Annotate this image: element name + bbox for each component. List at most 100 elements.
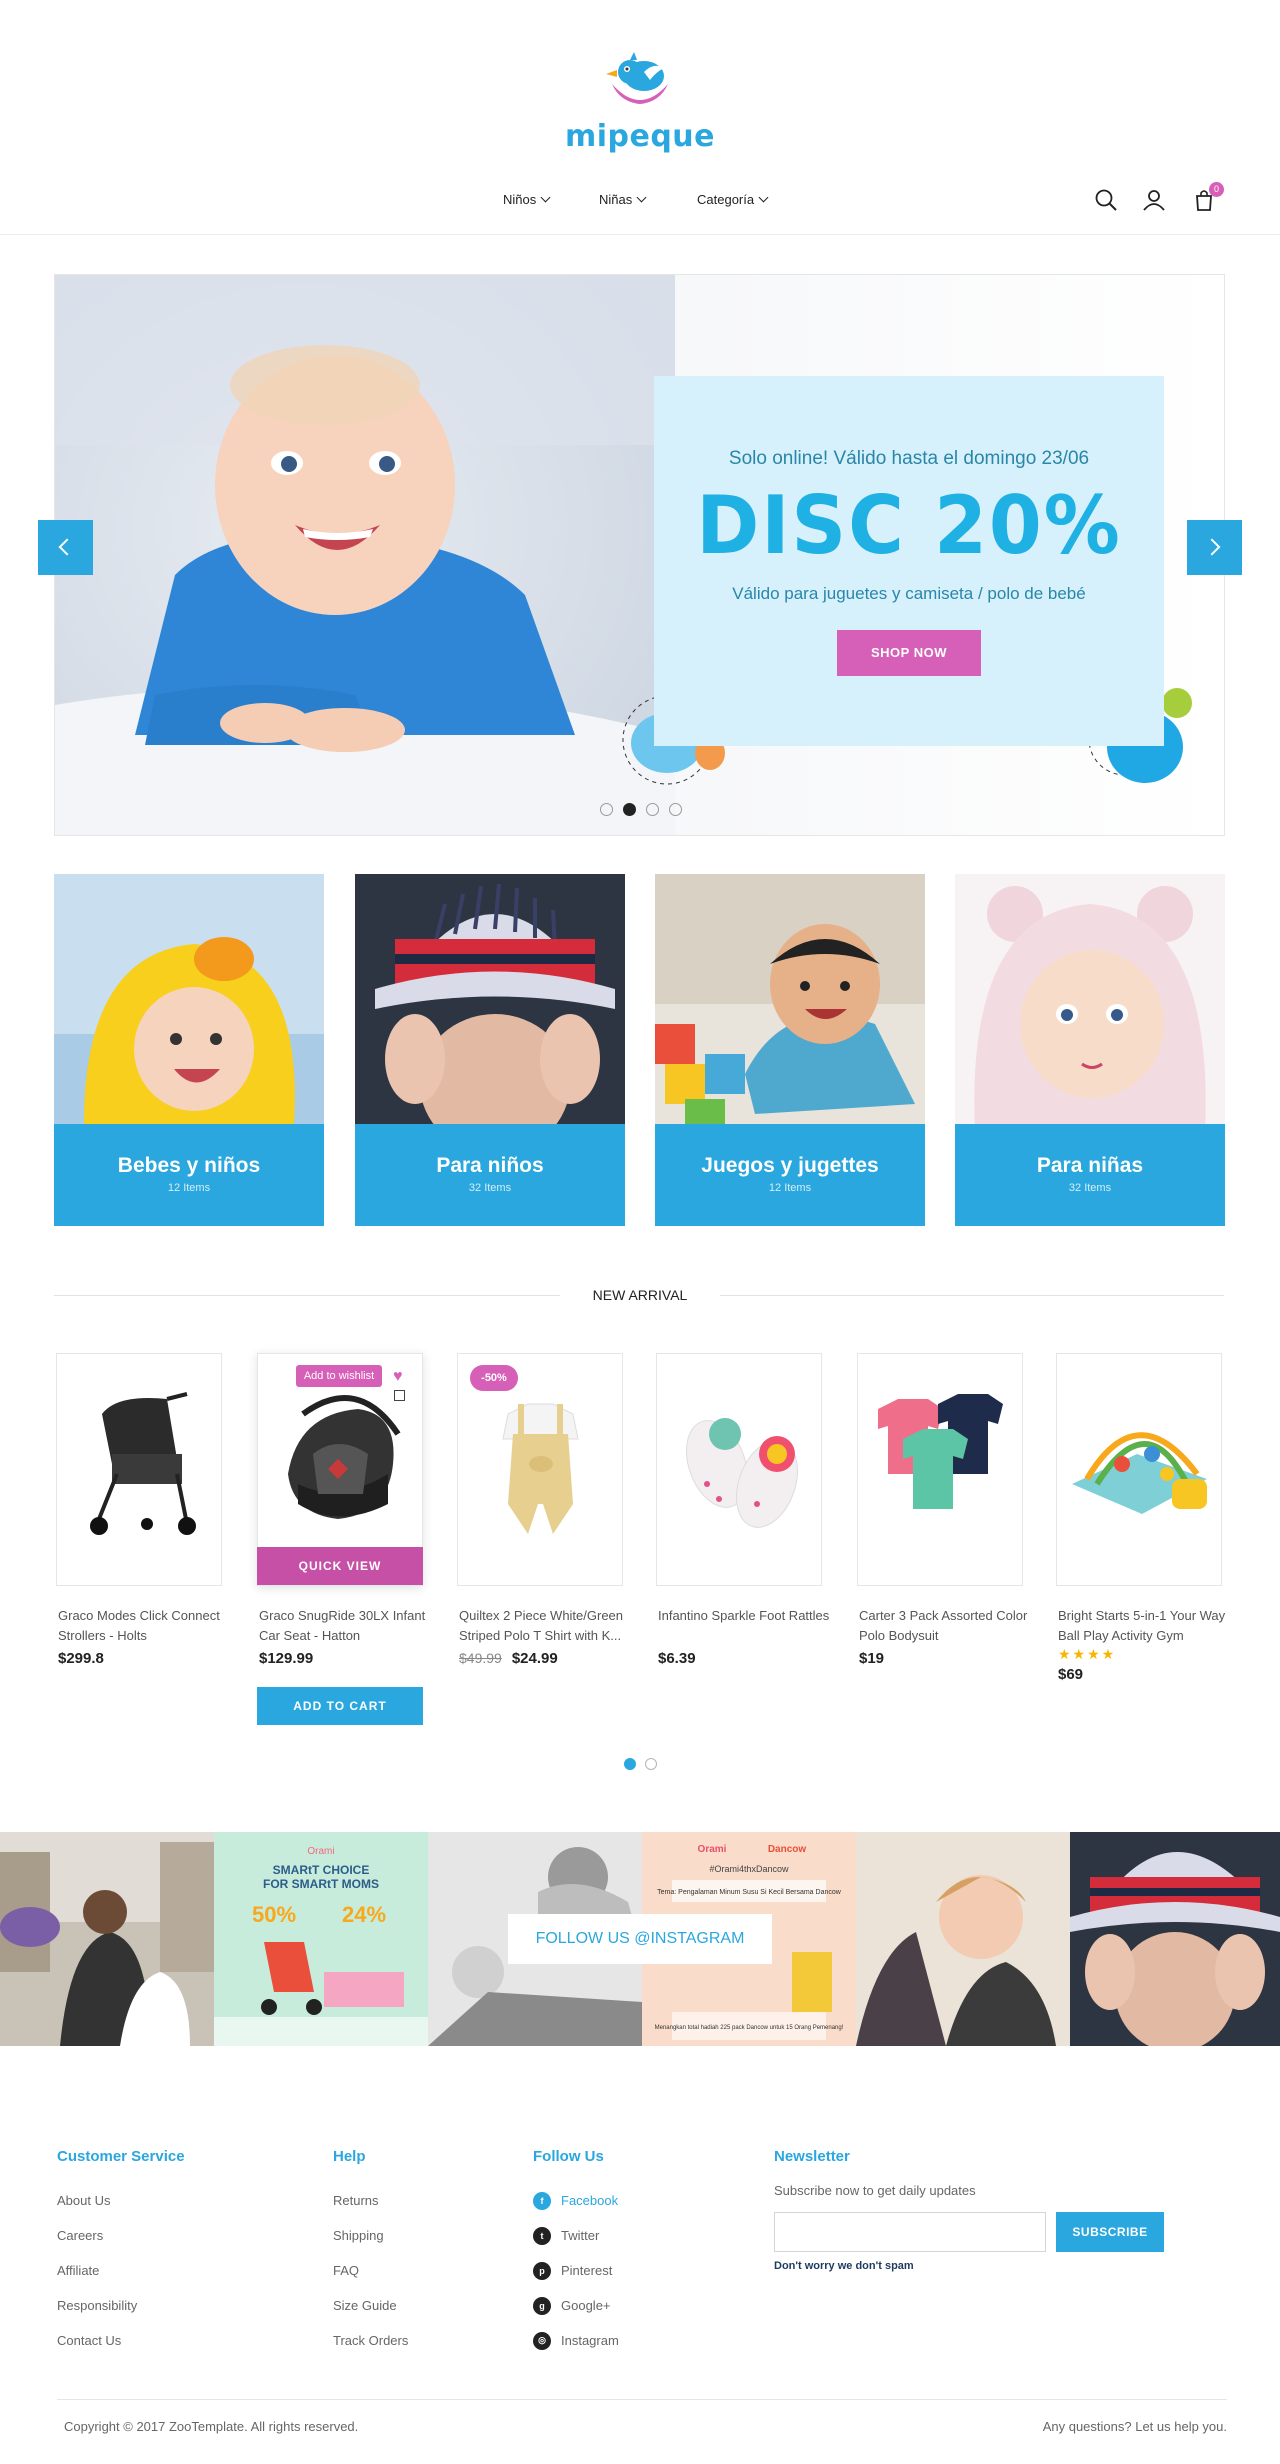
nav-categoria[interactable]: Categoría xyxy=(697,192,769,207)
carousel-page-active[interactable] xyxy=(624,1758,636,1770)
nav-label: Niños xyxy=(503,192,537,207)
slider-dot[interactable] xyxy=(669,803,682,816)
category-band: Para niñas 32 Items xyxy=(955,1124,1225,1226)
pinterest-link[interactable]: p Pinterest xyxy=(533,2253,619,2288)
help-text[interactable]: Any questions? Let us help you. xyxy=(1043,2419,1227,2434)
nav-ninas[interactable]: Niñas xyxy=(599,192,647,207)
category-card-juegos[interactable]: Juegos y jugettes 12 Items xyxy=(655,874,925,1226)
product-image-rattles xyxy=(686,1418,798,1528)
footer-heading: Follow Us xyxy=(533,2148,604,2165)
footer-heading: Newsletter xyxy=(774,2148,850,2165)
product-card[interactable] xyxy=(656,1353,822,1586)
instagram-photo[interactable] xyxy=(1070,1832,1280,2046)
slider-dot[interactable] xyxy=(600,803,613,816)
product-price: $69 xyxy=(1058,1666,1084,1683)
instagram-link[interactable]: ◎ Instagram xyxy=(533,2323,619,2358)
product-card[interactable] xyxy=(56,1353,222,1586)
product-name[interactable]: Bright Starts 5-in-1 Your Way Ball Play … xyxy=(1058,1606,1238,1646)
footer-link[interactable]: Returns xyxy=(333,2183,408,2218)
slider-prev-button[interactable] xyxy=(38,520,93,575)
product-name[interactable]: Graco Modes Click Connect Strollers - Ho… xyxy=(58,1606,238,1646)
product-price-group: $49.99 $24.99 xyxy=(459,1650,558,1667)
nav-ninos[interactable]: Niños xyxy=(503,192,551,207)
subscribe-button[interactable]: SUBSCRIBE xyxy=(1056,2212,1164,2252)
product-name[interactable]: Infantino Sparkle Foot Rattles xyxy=(658,1606,838,1626)
category-card-bebes[interactable]: Bebes y niños 12 Items xyxy=(54,874,324,1226)
footer-newsletter: Newsletter Subscribe now to get daily up… xyxy=(774,2148,976,2198)
heart-icon[interactable]: ♥ xyxy=(393,1368,403,1386)
instagram-photo[interactable] xyxy=(0,1832,214,2046)
carousel-page[interactable] xyxy=(645,1758,657,1770)
category-band: Juegos y jugettes 12 Items xyxy=(655,1124,925,1226)
social-label: Pinterest xyxy=(561,2263,613,2278)
footer-link[interactable]: About Us xyxy=(57,2183,185,2218)
product-price: $6.39 xyxy=(658,1650,696,1667)
footer-link[interactable]: Responsibility xyxy=(57,2288,185,2323)
promo-headline: DISC 20% xyxy=(696,479,1122,572)
ad-line: FOR SMARtT MOMS xyxy=(263,1877,379,1891)
ad-brand: Orami xyxy=(307,1846,334,1857)
ad-percent: 24% xyxy=(342,1902,386,1927)
newsletter-email-input[interactable] xyxy=(774,2212,1046,2252)
footer-link[interactable]: FAQ xyxy=(333,2253,408,2288)
category-title: Bebes y niños xyxy=(117,1154,261,1177)
cart-icon[interactable]: 0 xyxy=(1192,182,1224,212)
category-card-ninos[interactable]: Para niños 32 Items xyxy=(355,874,625,1226)
twitter-link[interactable]: t Twitter xyxy=(533,2218,619,2253)
follow-instagram-button[interactable]: FOLLOW US @INSTAGRAM xyxy=(508,1914,772,1964)
baby-photo xyxy=(55,275,675,835)
wishlist-tooltip: Add to wishlist xyxy=(296,1365,382,1387)
compare-icon[interactable] xyxy=(394,1390,405,1401)
shop-now-button[interactable]: SHOP NOW xyxy=(837,630,981,676)
promo-validity: Solo online! Válido hasta el domingo 23/… xyxy=(728,448,1090,469)
facebook-icon: f xyxy=(533,2191,551,2210)
instagram-photo[interactable] xyxy=(856,1832,1070,2046)
product-name[interactable]: Carter 3 Pack Assorted Color Polo Bodysu… xyxy=(859,1606,1039,1646)
copyright: Copyright © 2017 ZooTemplate. All rights… xyxy=(64,2419,359,2434)
slider-dots xyxy=(600,803,682,817)
product-image-activity-gym xyxy=(1072,1432,1207,1514)
add-to-cart-button[interactable]: ADD TO CART xyxy=(257,1687,423,1725)
chevron-down-icon xyxy=(758,192,769,203)
main-nav: Niños Niñas Categoría xyxy=(0,192,1280,212)
googleplus-link[interactable]: g Google+ xyxy=(533,2288,619,2323)
facebook-link[interactable]: f Facebook xyxy=(533,2183,619,2218)
slider-dot[interactable] xyxy=(646,803,659,816)
product-name[interactable]: Quiltex 2 Piece White/Green Striped Polo… xyxy=(459,1606,639,1646)
product-card[interactable] xyxy=(857,1353,1023,1586)
footer-link[interactable]: Track Orders xyxy=(333,2323,408,2358)
product-name[interactable]: Graco SnugRide 30LX Infant Car Seat - Ha… xyxy=(259,1606,439,1646)
slider-dot-active[interactable] xyxy=(623,803,636,816)
product-rating: ★★★★ xyxy=(1058,1646,1117,1662)
user-icon[interactable] xyxy=(1142,188,1166,212)
search-icon[interactable] xyxy=(1094,188,1118,212)
category-count: 32 Items xyxy=(468,1182,512,1194)
product-price: $299.8 xyxy=(58,1650,104,1667)
slider-next-button[interactable] xyxy=(1187,520,1242,575)
footer-link[interactable]: Size Guide xyxy=(333,2288,408,2323)
product-card[interactable] xyxy=(1056,1353,1222,1586)
promo-card: Solo online! Válido hasta el domingo 23/… xyxy=(654,376,1164,746)
footer-link[interactable]: Contact Us xyxy=(57,2323,185,2358)
site-logo[interactable]: mipeque xyxy=(0,50,1280,154)
category-card-ninas[interactable]: Para niñas 32 Items xyxy=(955,874,1225,1226)
footer-heading: Customer Service xyxy=(57,2148,185,2165)
quick-view-button[interactable]: QUICK VIEW xyxy=(257,1547,423,1585)
category-count: 12 Items xyxy=(167,1182,211,1194)
category-title: Para niñas xyxy=(1036,1154,1144,1177)
instagram-image xyxy=(1070,1832,1280,2046)
product-price: $129.99 xyxy=(259,1650,314,1667)
social-label: Twitter xyxy=(561,2228,600,2243)
footer-customer-service: Customer Service About Us Careers Affili… xyxy=(57,2148,185,2358)
footer-link[interactable]: Shipping xyxy=(333,2218,408,2253)
twitter-icon: t xyxy=(533,2226,551,2245)
ad-line: #Orami4thxDancow xyxy=(709,1864,789,1874)
category-title: Para niños xyxy=(436,1154,544,1177)
category-band: Bebes y niños 12 Items xyxy=(54,1124,324,1226)
instagram-photo[interactable]: Orami SMARtT CHOICE FOR SMARtT MOMS 50% … xyxy=(214,1832,428,2046)
product-price: $24.99 xyxy=(511,1650,558,1667)
footer-link[interactable]: Careers xyxy=(57,2218,185,2253)
footer-link[interactable]: Affiliate xyxy=(57,2253,185,2288)
social-label: Instagram xyxy=(561,2333,619,2348)
pinterest-icon: p xyxy=(533,2261,551,2280)
